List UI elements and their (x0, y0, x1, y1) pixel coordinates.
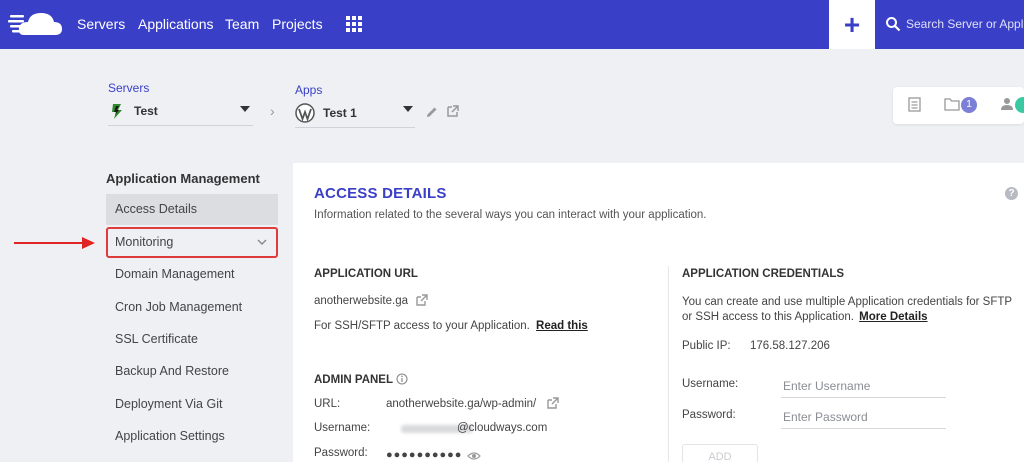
admin-panel-heading: ADMIN PANEL (314, 374, 394, 386)
apps-label: Apps (295, 83, 323, 97)
sidebar-item-cron-job-management[interactable]: Cron Job Management (106, 292, 278, 323)
application-url-heading: APPLICATION URL (314, 268, 418, 280)
wordpress-icon (295, 102, 315, 123)
external-link-icon[interactable] (446, 104, 460, 118)
server-selector-value: Test (134, 103, 158, 118)
ssh-access-note: For SSH/SFTP access to your Application.… (314, 320, 588, 332)
nav-servers[interactable]: Servers (77, 16, 125, 32)
user-icon[interactable] (1000, 97, 1014, 111)
credentials-desc-text: or SSH access to this Application. (682, 311, 854, 323)
sidebar-item-ssl-certificate[interactable]: SSL Certificate (106, 324, 278, 355)
nav-team[interactable]: Team (225, 16, 259, 32)
username-field[interactable] (781, 374, 946, 398)
sidebar-item-domain-management[interactable]: Domain Management (106, 259, 278, 290)
access-details-card: ACCESS DETAILS Information related to th… (293, 163, 1024, 462)
page-subtitle: Information related to the several ways … (314, 209, 707, 221)
server-selector[interactable]: Test (108, 96, 253, 126)
search-icon (886, 17, 901, 32)
document-icon[interactable] (908, 97, 921, 112)
sidebar-item-application-settings[interactable]: Application Settings (106, 421, 278, 452)
app-credentials-heading: APPLICATION CREDENTIALS (682, 268, 845, 280)
nav-applications[interactable]: Applications (138, 16, 214, 32)
admin-username-label: Username: (314, 422, 371, 434)
sidebar-item-access-details[interactable]: Access Details (106, 194, 278, 225)
sidebar-item-monitoring[interactable]: Monitoring (106, 227, 278, 258)
external-link-icon[interactable] (416, 294, 428, 306)
folder-icon[interactable] (944, 97, 960, 111)
admin-username-domain: @cloudways.com (457, 422, 548, 434)
chevron-down-icon (240, 106, 250, 112)
team-status-badge (1015, 97, 1024, 113)
password-field[interactable] (781, 405, 946, 429)
page-title: ACCESS DETAILS (314, 185, 447, 202)
admin-url-label: URL: (314, 398, 341, 410)
files-count-badge: 1 (961, 97, 977, 113)
cloudways-logo[interactable] (8, 8, 64, 40)
sidebar-title: Application Management (106, 171, 260, 186)
chevron-down-icon (257, 239, 267, 245)
sidebar-item-deployment-via-git[interactable]: Deployment Via Git (106, 389, 278, 420)
add-button[interactable]: + (829, 0, 875, 49)
admin-url-value[interactable]: anotherwebsite.ga/wp-admin/ (386, 398, 536, 410)
sidebar-item-label: Monitoring (115, 235, 174, 249)
ssh-access-text: For SSH/SFTP access to your Application. (314, 320, 530, 332)
chevron-down-icon (403, 106, 413, 112)
add-credentials-button[interactable]: ADD (682, 444, 758, 462)
column-divider (668, 266, 669, 462)
apps-grid-icon[interactable] (345, 15, 363, 33)
public-ip-value: 176.58.127.206 (750, 340, 830, 352)
credentials-desc-line1: You can create and use multiple Applicat… (682, 296, 1013, 308)
public-ip-label: Public IP: (682, 340, 731, 352)
password-label: Password: (682, 409, 736, 421)
credentials-desc-line2: or SSH access to this Application. More … (682, 311, 928, 323)
external-link-icon[interactable] (547, 397, 559, 409)
read-this-link[interactable]: Read this (536, 320, 588, 332)
annotation-arrow-icon (14, 237, 95, 249)
username-label: Username: (682, 378, 739, 390)
app-selector-value: Test 1 (323, 105, 357, 120)
application-url-value[interactable]: anotherwebsite.ga (314, 295, 408, 307)
server-provider-icon (112, 103, 122, 119)
nav-projects[interactable]: Projects (272, 16, 323, 32)
help-icon[interactable]: ? (1005, 187, 1018, 200)
app-toolbar: 1 (893, 87, 1024, 124)
breadcrumb-separator-icon: › (270, 103, 275, 119)
more-details-link[interactable]: More Details (859, 311, 927, 323)
admin-password-mask: ●●●●●●●●●● (386, 449, 463, 461)
app-selector[interactable]: Test 1 (295, 98, 415, 128)
search-input[interactable] (906, 15, 1024, 33)
info-icon[interactable] (396, 373, 408, 385)
edit-pencil-icon[interactable] (425, 105, 439, 119)
eye-icon[interactable] (467, 451, 481, 461)
top-navbar: Servers Applications Team Projects + (0, 0, 1024, 49)
servers-label: Servers (108, 81, 150, 95)
admin-password-label: Password: (314, 447, 368, 459)
sidebar-item-backup-and-restore[interactable]: Backup And Restore (106, 356, 278, 387)
